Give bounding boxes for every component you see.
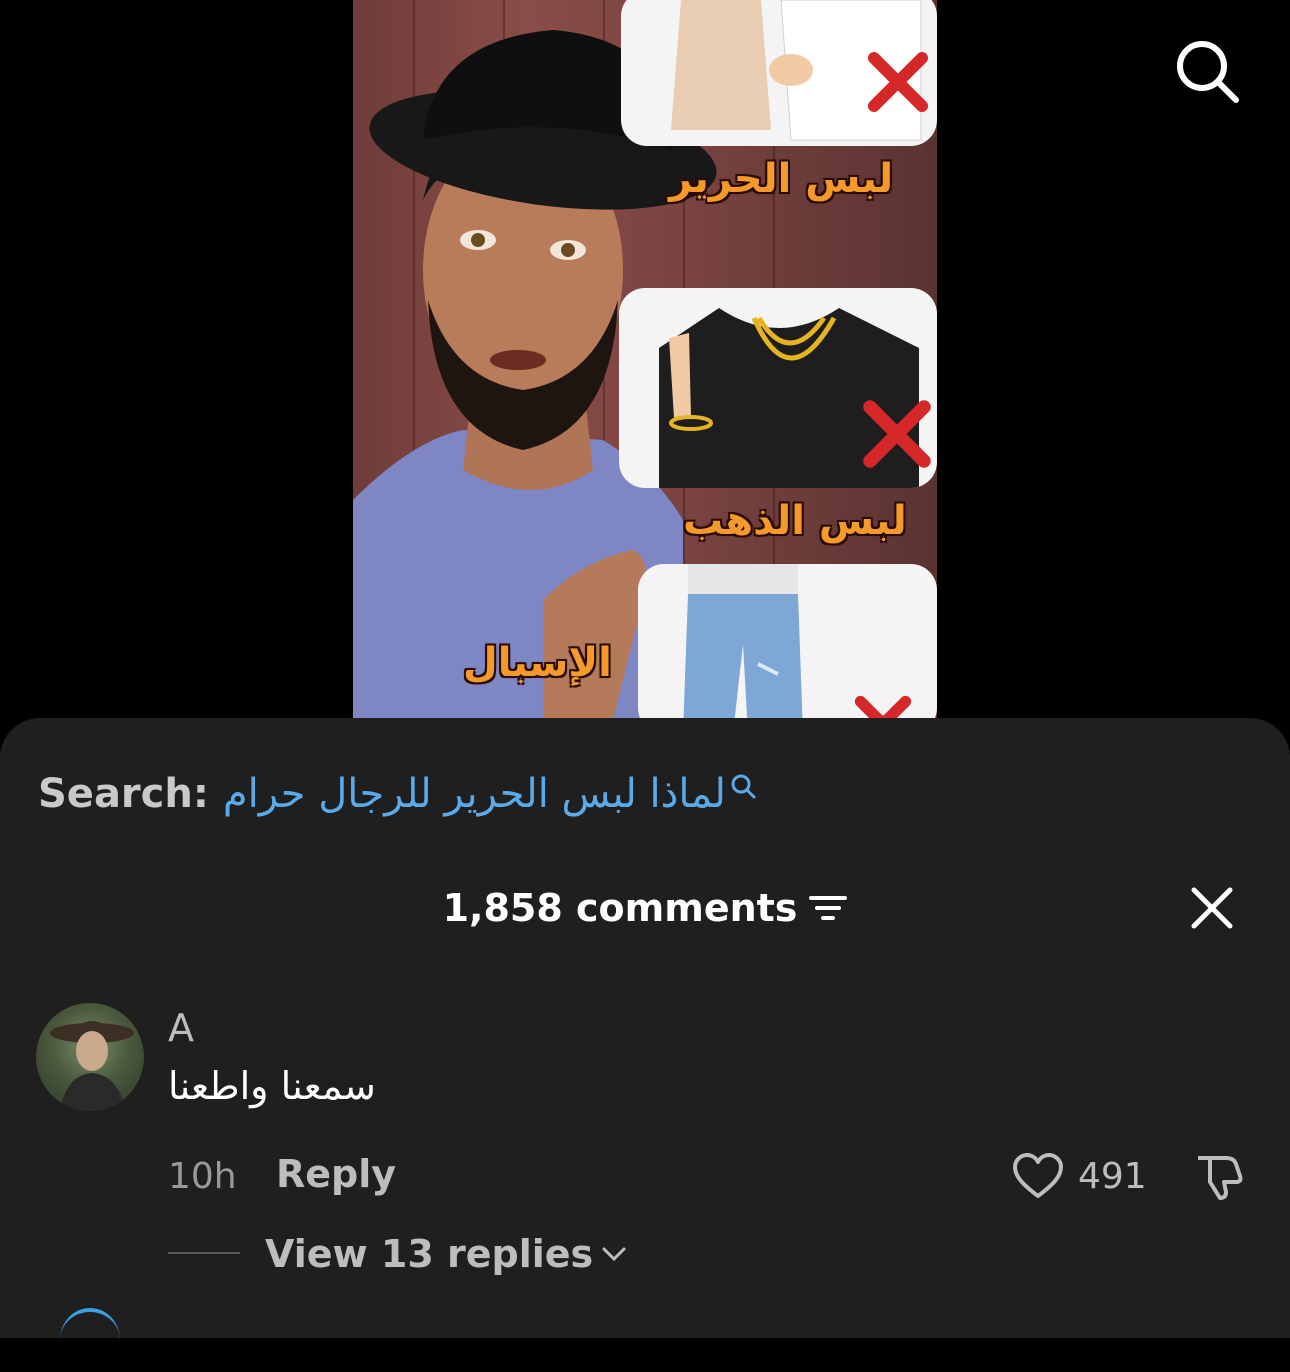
next-comment-avatar[interactable] <box>60 1308 120 1372</box>
caption-silk: لبس الحرير <box>669 156 894 202</box>
thumbs-down-icon[interactable] <box>1192 1150 1244 1202</box>
heart-icon[interactable] <box>1012 1152 1064 1200</box>
gold-illustration <box>619 288 937 488</box>
comments-count: 1,858 comments <box>442 886 798 930</box>
cross-icon <box>868 52 928 112</box>
comment-username[interactable]: A <box>168 1006 194 1050</box>
avatar[interactable] <box>36 1003 144 1111</box>
caption-gold: لبس الذهب <box>683 498 907 544</box>
cross-icon <box>863 400 931 468</box>
like-count: 491 <box>1078 1156 1147 1197</box>
reply-button[interactable]: Reply <box>276 1152 396 1196</box>
video-player[interactable]: لبس الحرير لبس الذهب الإسبال <box>0 0 1290 720</box>
search-icon <box>731 774 756 799</box>
caption-isbal: الإسبال <box>463 640 612 686</box>
view-replies-button[interactable]: View 13 replies <box>265 1232 627 1276</box>
video-thumbnail: لبس الحرير لبس الذهب الإسبال <box>353 0 937 720</box>
silk-illustration <box>621 0 937 146</box>
cross-icon <box>854 695 912 720</box>
chevron-down-icon <box>602 1247 626 1262</box>
comments-header: 1,858 comments <box>0 880 1290 936</box>
search-label: Search: <box>38 771 209 817</box>
jeans-illustration <box>638 564 937 720</box>
replies-divider <box>168 1252 240 1254</box>
view-replies-label: View 13 replies <box>265 1232 594 1276</box>
search-query-link[interactable]: لماذا لبس الحرير للرجال حرام <box>223 771 726 817</box>
sort-icon[interactable] <box>809 893 848 923</box>
comment-text: سمعنا واطعنا <box>168 1064 376 1108</box>
search-icon[interactable] <box>1172 36 1242 106</box>
close-icon[interactable] <box>1188 884 1236 932</box>
comment-timestamp: 10h <box>168 1156 237 1197</box>
search-suggestion[interactable]: Search: لماذا لبس الحرير للرجال حرام <box>38 768 756 820</box>
